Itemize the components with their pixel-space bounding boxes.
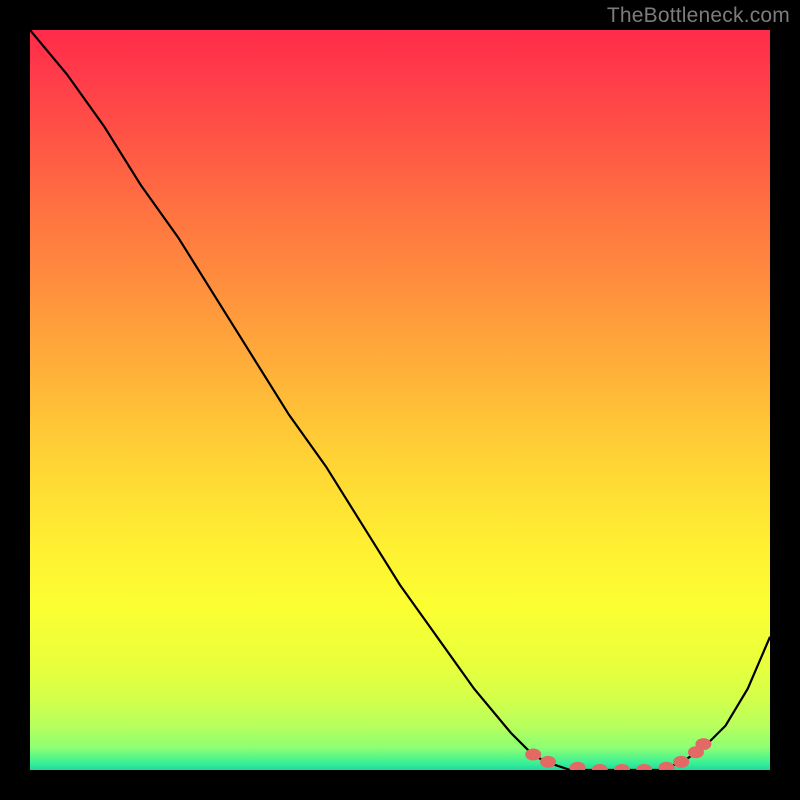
highlight-dot [636, 764, 652, 770]
highlight-dot [570, 762, 586, 770]
bottleneck-curve-line [30, 30, 770, 770]
curve-path [30, 30, 770, 770]
chart-svg [30, 30, 770, 770]
plot-area [30, 30, 770, 770]
highlight-dot [658, 762, 674, 770]
highlight-dot [525, 749, 541, 761]
watermark-text: TheBottleneck.com [607, 4, 790, 28]
highlight-dot [673, 756, 689, 768]
chart-frame: TheBottleneck.com [0, 0, 800, 800]
highlight-dot [695, 738, 711, 750]
highlight-dot [592, 764, 608, 770]
highlight-dot [614, 764, 630, 770]
highlight-dot [540, 756, 556, 768]
highlight-dots-group [525, 738, 711, 770]
